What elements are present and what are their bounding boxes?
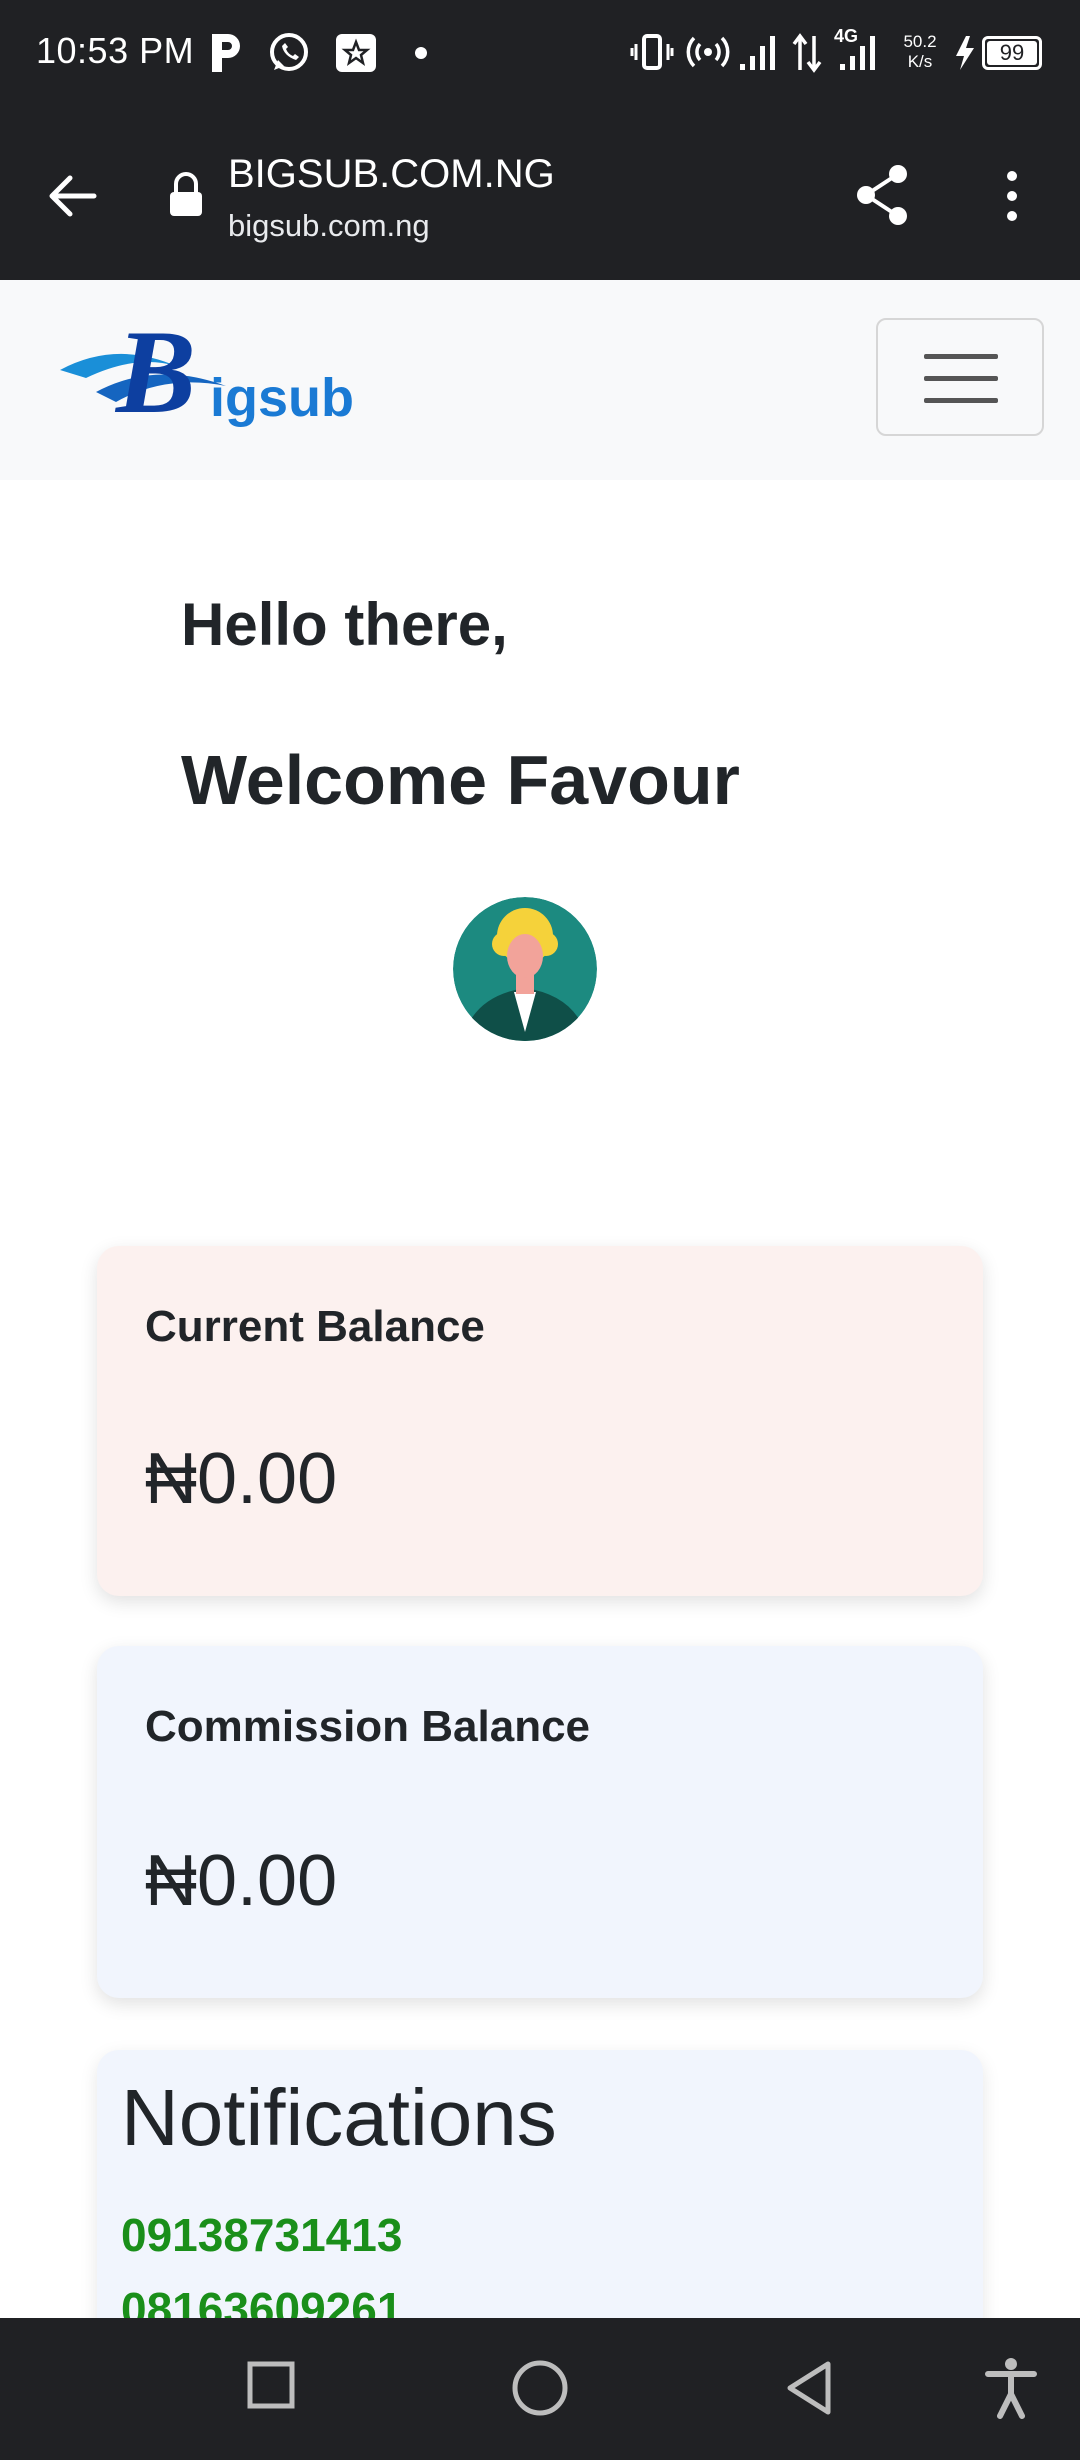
current-balance-card: Current Balance ₦0.00 bbox=[97, 1246, 983, 1596]
logo-letter: B bbox=[116, 305, 197, 438]
hamburger-bar bbox=[924, 398, 998, 403]
more-options-icon[interactable] bbox=[1000, 166, 1024, 226]
home-icon[interactable] bbox=[510, 2358, 570, 2418]
bigsub-logo[interactable]: B igsub bbox=[56, 312, 366, 440]
share-icon[interactable] bbox=[852, 162, 912, 228]
lock-icon bbox=[170, 172, 202, 216]
hello-text: Hello there, bbox=[181, 591, 508, 658]
site-navbar: B igsub bbox=[0, 280, 1080, 480]
data-arrows-icon bbox=[792, 33, 822, 73]
net-speed-unit: K/s bbox=[907, 52, 933, 71]
net-speed-value: 50.2 bbox=[903, 32, 937, 51]
parking-p-icon bbox=[212, 34, 240, 72]
browser-toolbar: BIGSUB.COM.NG bigsub.com.ng bbox=[0, 110, 1080, 280]
menu-toggle-button[interactable] bbox=[876, 318, 1044, 436]
back-nav-icon[interactable] bbox=[782, 2358, 836, 2418]
recent-apps-icon[interactable] bbox=[246, 2360, 296, 2410]
net-speed: 50.2 K/s bbox=[900, 32, 940, 72]
commission-balance-amount: ₦0.00 bbox=[145, 1841, 338, 1921]
vibrate-icon bbox=[630, 34, 674, 70]
back-arrow-icon[interactable] bbox=[44, 168, 100, 224]
commission-balance-label: Commission Balance bbox=[145, 1702, 591, 1751]
avatar bbox=[453, 897, 597, 1041]
signal-4g-icon bbox=[840, 36, 875, 70]
signal-icon bbox=[740, 36, 775, 70]
system-nav-bar bbox=[0, 2318, 1080, 2460]
battery-icon: 99 bbox=[982, 36, 1042, 70]
status-time: 10:53 PM bbox=[36, 30, 195, 71]
star-app-icon bbox=[336, 34, 376, 72]
commission-balance-card: Commission Balance ₦0.00 bbox=[97, 1646, 983, 1998]
logo-text: igsub bbox=[210, 368, 354, 428]
battery-level: 99 bbox=[999, 40, 1025, 65]
accessibility-icon[interactable] bbox=[984, 2356, 1038, 2420]
whatsapp-icon bbox=[270, 33, 308, 71]
hotspot-icon bbox=[686, 36, 730, 68]
hamburger-bar bbox=[924, 354, 998, 359]
hamburger-bar bbox=[924, 376, 998, 381]
notifications-title: Notifications bbox=[121, 2073, 557, 2162]
dot-icon bbox=[415, 47, 427, 59]
current-balance-amount: ₦0.00 bbox=[145, 1439, 338, 1519]
page-host[interactable]: bigsub.com.ng bbox=[228, 208, 430, 244]
current-balance-label: Current Balance bbox=[145, 1302, 485, 1351]
welcome-text: Welcome Favour bbox=[181, 741, 740, 819]
page-title[interactable]: BIGSUB.COM.NG bbox=[228, 152, 555, 197]
charging-icon bbox=[956, 36, 974, 70]
notification-line: 09138731413 bbox=[121, 2209, 403, 2261]
status-bar: 10:53 PM 4G 50.2 K/s 99 bbox=[0, 0, 1080, 110]
